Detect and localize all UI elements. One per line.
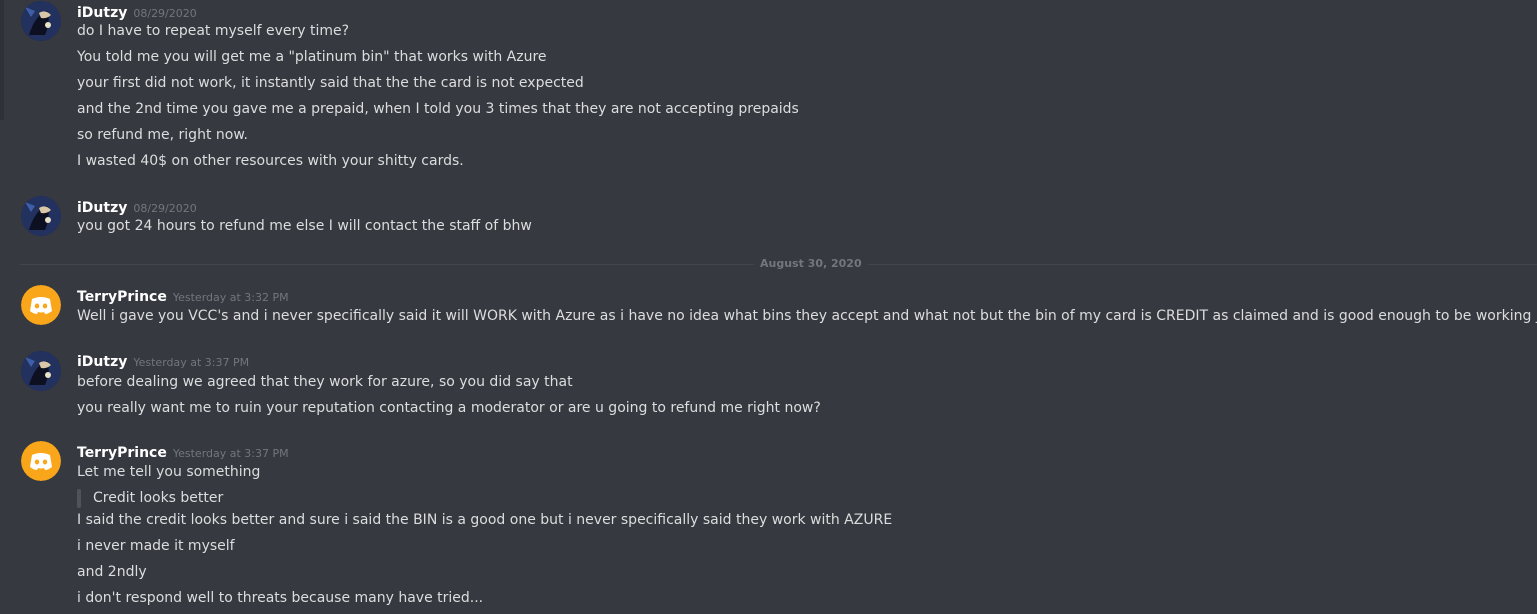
- timestamp: Yesterday at 3:37 PM: [172, 447, 289, 460]
- username[interactable]: TerryPrince: [77, 289, 167, 305]
- message-line: i never made it myself: [77, 538, 235, 554]
- message-list: iDutzy 08/29/2020 do I have to repeat mys…: [0, 0, 1537, 614]
- message-line: Let me tell you something: [77, 464, 261, 480]
- message-line: you got 24 hours to refund me else I wil…: [77, 218, 532, 234]
- timestamp: Yesterday at 3:37 PM: [133, 356, 250, 369]
- discord-default-avatar[interactable]: [21, 285, 61, 325]
- message-header: TerryPrince Yesterday at 3:32 PM: [77, 286, 289, 306]
- message-header: iDutzy Yesterday at 3:37 PM: [77, 351, 249, 371]
- date-divider-label: August 30, 2020: [754, 257, 868, 271]
- message-line: and 2ndly: [77, 564, 147, 580]
- message-line: Well i gave you VCC's and i never specif…: [77, 308, 1537, 324]
- timestamp: 08/29/2020: [133, 7, 197, 20]
- timestamp: 08/29/2020: [133, 202, 197, 215]
- message-line: and the 2nd time you gave me a prepaid, …: [77, 101, 799, 117]
- message-line: i don't respond well to threats because …: [77, 590, 484, 606]
- message-header: TerryPrince Yesterday at 3:37 PM: [77, 442, 289, 462]
- username[interactable]: iDutzy: [77, 5, 127, 21]
- message-header: iDutzy 08/29/2020: [77, 2, 197, 22]
- message-line: You told me you will get me a "platinum …: [77, 49, 547, 65]
- username[interactable]: iDutzy: [77, 200, 127, 216]
- message-line: your first did not work, it instantly sa…: [77, 75, 584, 91]
- quote-text: Credit looks better: [93, 490, 224, 506]
- idutzy-avatar[interactable]: [21, 351, 61, 391]
- message-line: I wasted 40$ on other resources with you…: [77, 153, 464, 169]
- idutzy-avatar[interactable]: [21, 1, 61, 41]
- message-line: I said the credit looks better and sure …: [77, 512, 893, 528]
- discord-default-avatar[interactable]: [21, 441, 61, 481]
- username[interactable]: iDutzy: [77, 354, 127, 370]
- message-line: you really want me to ruin your reputati…: [77, 400, 821, 416]
- timestamp: Yesterday at 3:32 PM: [172, 291, 289, 304]
- username[interactable]: TerryPrince: [77, 445, 167, 461]
- message-line: do I have to repeat myself every time?: [77, 23, 350, 39]
- message-line: before dealing we agreed that they work …: [77, 374, 573, 390]
- quote-bar: [77, 489, 81, 508]
- idutzy-avatar[interactable]: [21, 196, 61, 236]
- message-header: iDutzy 08/29/2020: [77, 197, 197, 217]
- message-line: so refund me, right now.: [77, 127, 248, 143]
